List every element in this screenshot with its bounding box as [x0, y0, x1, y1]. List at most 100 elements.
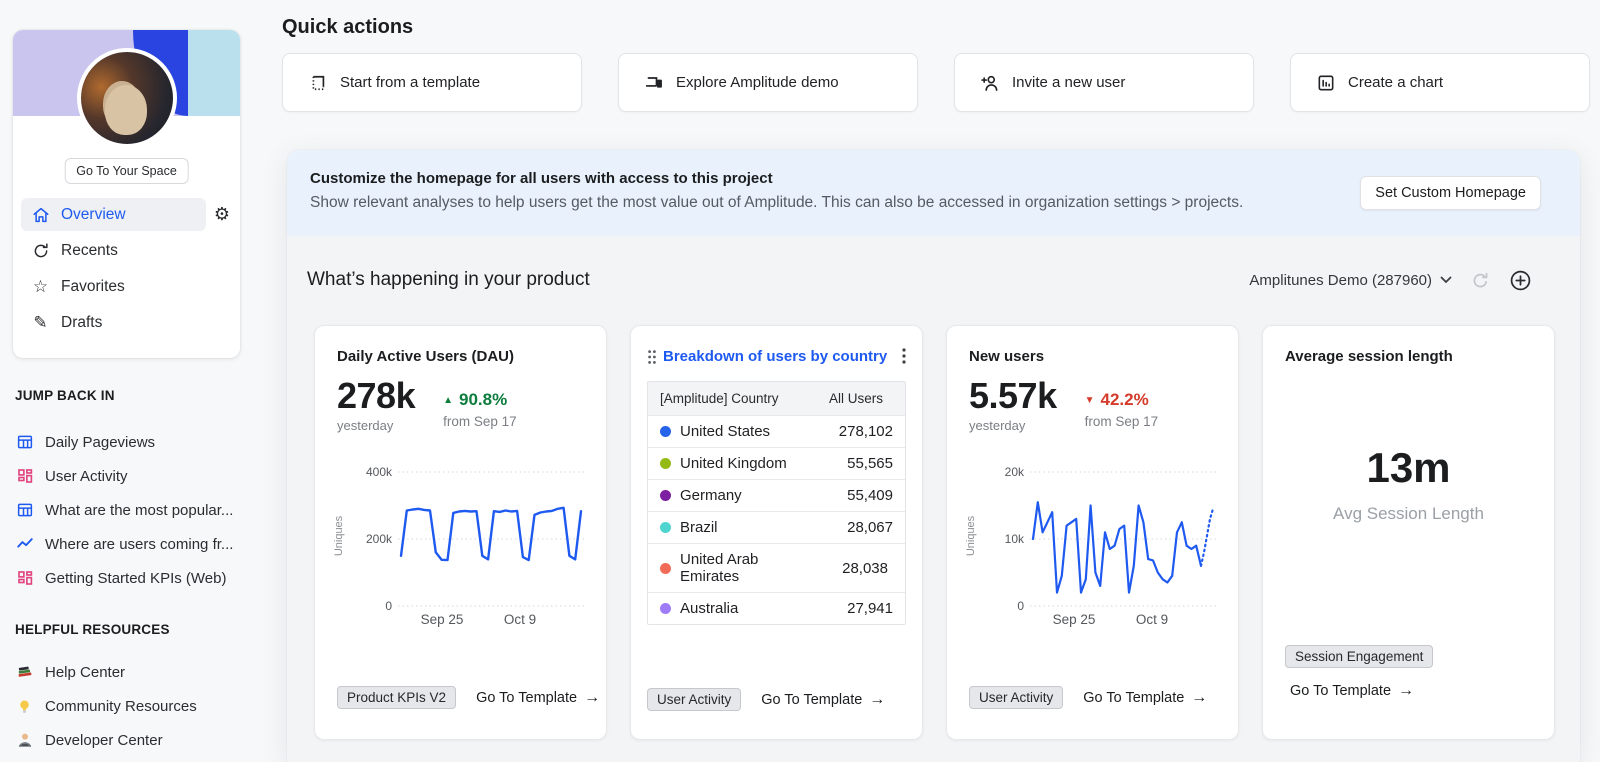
avg-session-stat: 13m Avg Session Length	[1263, 444, 1554, 524]
template-tag[interactable]: User Activity	[647, 688, 742, 711]
triangle-up-icon: ▲	[443, 394, 453, 406]
bar-chart-icon	[1316, 73, 1336, 93]
go-to-your-space-button[interactable]: Go To Your Space	[64, 158, 189, 184]
lightbulb-icon	[15, 697, 34, 716]
go-to-template-link[interactable]: Go To Template →	[1290, 682, 1433, 700]
y-tick: 10k	[1004, 531, 1024, 546]
y-tick: 400k	[365, 464, 392, 479]
new-users-card: New users 5.57k yesterday ▼ 42.2% from S…	[946, 325, 1239, 740]
dau-line-chart: Uniques 400k 200k 0 Sep 25 Oct 9	[333, 465, 584, 627]
template-tag[interactable]: User Activity	[969, 686, 1064, 709]
dau-card: Daily Active Users (DAU) 278k yesterday …	[314, 325, 607, 740]
add-card-icon[interactable]	[1508, 268, 1532, 292]
helpful-resources-heading: HELPFUL RESOURCES	[15, 622, 170, 637]
sidebar-item-label: Favorites	[61, 277, 125, 295]
sidebar-item-label: Developer Center	[45, 731, 163, 749]
project-selector[interactable]: Amplitunes Demo (287960)	[1249, 272, 1452, 289]
series-dot	[660, 490, 671, 501]
project-selector-label: Amplitunes Demo (287960)	[1249, 271, 1432, 289]
dau-value: 278k	[337, 375, 416, 416]
sidebar-item-help-center[interactable]: Help Center	[15, 655, 245, 689]
template-tag[interactable]: Product KPIs V2	[337, 686, 457, 709]
sidebar-item-where-users-coming-from[interactable]: Where are users coming fr...	[15, 527, 245, 561]
sidebar-item-label: Community Resources	[45, 697, 197, 715]
go-to-template-link[interactable]: Go To Template →	[1083, 689, 1207, 707]
x-tick: Oct 9	[503, 611, 537, 627]
table-icon	[15, 501, 34, 520]
new-users-change-caption: from Sep 17	[1084, 414, 1159, 429]
quick-actions-title: Quick actions	[282, 16, 414, 38]
arrow-right-icon: →	[1398, 682, 1415, 699]
avg-session-value: 13m	[1366, 444, 1451, 491]
table-row: Brazil 28,067	[648, 511, 905, 543]
template-icon	[308, 73, 328, 93]
new-users-value: 5.57k	[969, 375, 1057, 416]
quick-action-label: Invite a new user	[1012, 74, 1126, 91]
user-space-card: Go To Your Space Overview ⚙ Recents ☆ Fa…	[13, 30, 240, 358]
card-footer: User Activity Go To Template →	[969, 686, 1207, 709]
arrow-right-icon: →	[1191, 688, 1208, 706]
create-chart-button[interactable]: Create a chart	[1290, 53, 1590, 112]
sidebar-item-label: Where are users coming fr...	[45, 535, 234, 553]
dau-stat: 278k yesterday ▲ 90.8% from Sep 17	[337, 377, 584, 433]
go-to-template-link[interactable]: Go To Template →	[476, 689, 600, 707]
y-tick: 200k	[365, 531, 392, 546]
section-title: What’s happening in your product	[307, 269, 590, 290]
dau-chart-svg	[398, 471, 584, 607]
kebab-menu-icon[interactable]	[902, 348, 906, 364]
sidebar-item-most-popular[interactable]: What are the most popular...	[15, 493, 245, 527]
new-users-line-chart: Uniques 20k 10k 0 Sep 25 Oct 9	[965, 465, 1216, 627]
gear-icon[interactable]: ⚙	[214, 204, 230, 225]
set-custom-homepage-button[interactable]: Set Custom Homepage	[1360, 176, 1541, 210]
x-tick: Oct 9	[1135, 611, 1169, 627]
table-row: United Arab Emirates 28,038	[648, 543, 905, 592]
customize-homepage-banner: Customize the homepage for all users wit…	[287, 150, 1580, 236]
triangle-down-icon: ▼	[1084, 394, 1095, 406]
section-controls: Amplitunes Demo (287960)	[1249, 268, 1532, 292]
y-tick: 0	[1017, 598, 1024, 613]
sidebar-item-label: Drafts	[61, 313, 103, 331]
x-tick: Sep 25	[420, 611, 464, 627]
avatar[interactable]	[77, 48, 177, 148]
go-to-template-link[interactable]: Go To Template →	[761, 691, 885, 709]
card-title: New users	[969, 348, 1045, 365]
quick-actions-row: Start from a template Explore Amplitude …	[282, 53, 1590, 112]
technologist-icon	[15, 731, 34, 750]
explore-demo-button[interactable]: Explore Amplitude demo	[618, 53, 918, 112]
card-title-link[interactable]: Breakdown of users by country	[663, 348, 887, 365]
sidebar-nav: Overview ⚙ Recents ☆ Favorites ✎ Drafts	[21, 198, 232, 342]
dashboard-icon	[15, 467, 34, 486]
y-axis-label: Uniques	[333, 515, 346, 556]
sidebar-item-daily-pageviews[interactable]: Daily Pageviews	[15, 425, 245, 459]
invite-user-button[interactable]: Invite a new user	[954, 53, 1254, 112]
drag-handle-icon[interactable]	[647, 349, 657, 365]
country-table: [Amplitude] Country All Users United Sta…	[647, 381, 906, 625]
series-dot	[660, 458, 671, 469]
devices-icon	[644, 73, 664, 93]
sidebar-item-getting-started-kpis[interactable]: Getting Started KPIs (Web)	[15, 561, 245, 595]
avg-session-caption: Avg Session Length	[1333, 504, 1484, 523]
sidebar-item-label: Getting Started KPIs (Web)	[45, 569, 227, 587]
recents-icon	[31, 241, 50, 260]
sidebar-item-developer-center[interactable]: Developer Center	[15, 723, 245, 757]
new-users-change: ▼ 42.2%	[1084, 390, 1149, 409]
dau-value-caption: yesterday	[337, 417, 394, 433]
sidebar-item-user-activity[interactable]: User Activity	[15, 459, 245, 493]
section-header: What’s happening in your product Amplitu…	[307, 268, 1532, 292]
start-from-template-button[interactable]: Start from a template	[282, 53, 582, 112]
new-users-stat: 5.57k yesterday ▼ 42.2% from Sep 17	[969, 377, 1216, 433]
home-content-container: Customize the homepage for all users wit…	[287, 150, 1580, 762]
sidebar-item-favorites: ☆ Favorites	[21, 270, 232, 303]
refresh-icon[interactable]	[1468, 268, 1492, 292]
sidebar-item-community-resources[interactable]: Community Resources	[15, 689, 245, 723]
series-dot	[660, 522, 671, 533]
jump-back-in-heading: JUMP BACK IN	[15, 388, 115, 403]
column-header: All Users	[829, 391, 884, 406]
table-row: United States 278,102	[648, 415, 905, 447]
card-footer: Product KPIs V2 Go To Template →	[337, 686, 600, 709]
new-users-value-caption: yesterday	[969, 417, 1026, 433]
helpful-resources-section: HELPFUL RESOURCES Help Center Community …	[15, 622, 245, 757]
series-dot	[660, 603, 671, 614]
y-axis-label: Uniques	[965, 515, 978, 556]
template-tag[interactable]: Session Engagement	[1285, 645, 1434, 668]
